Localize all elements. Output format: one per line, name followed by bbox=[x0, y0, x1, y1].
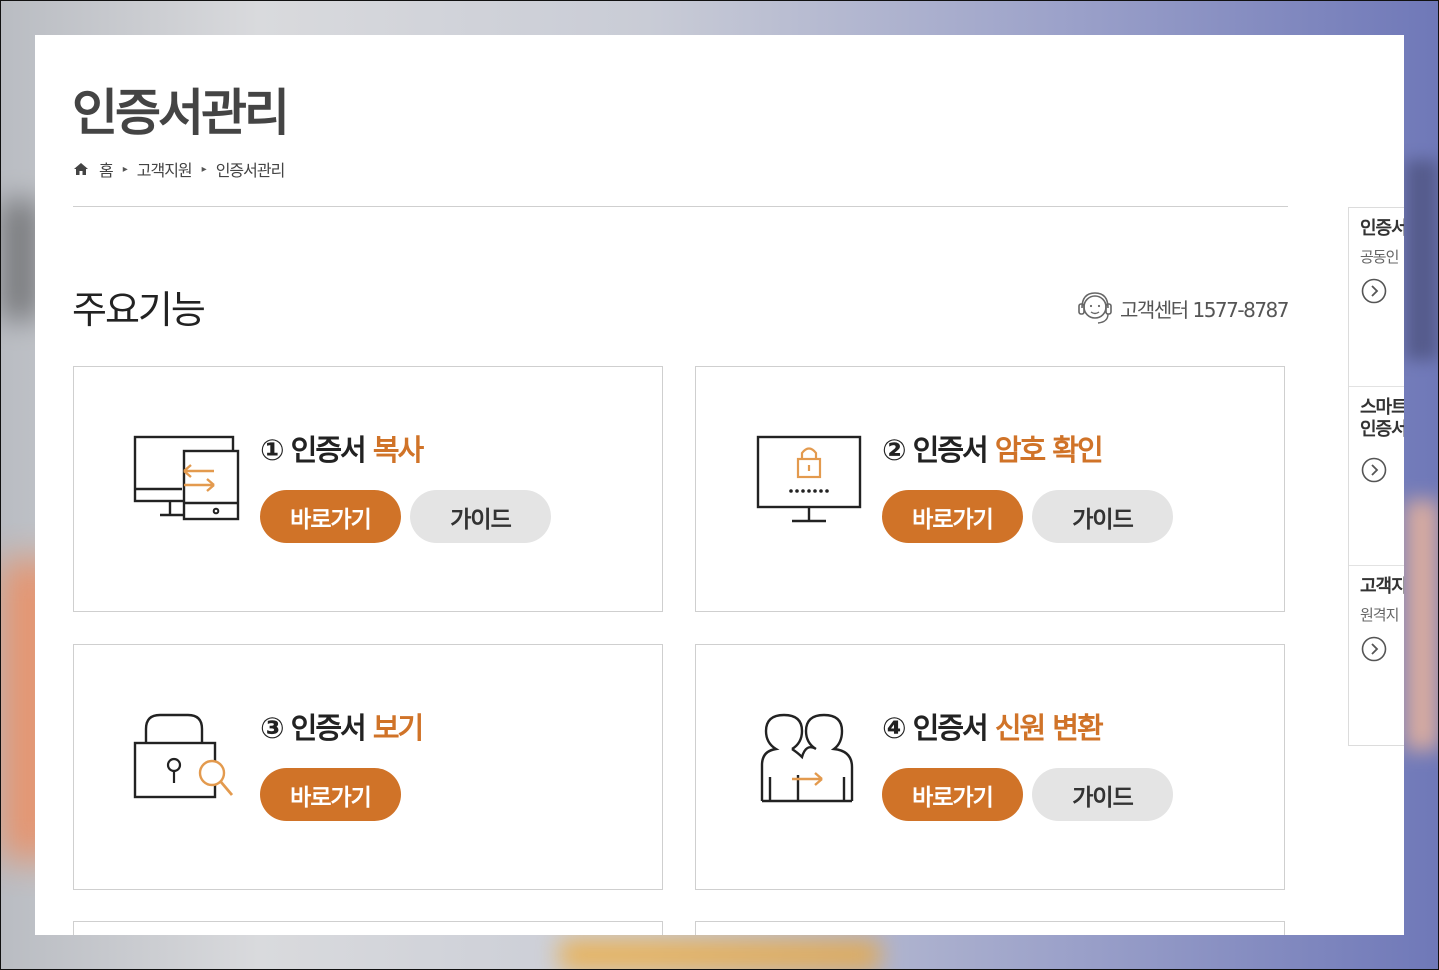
sidebar-item-title: 스마트 인증서 bbox=[1360, 397, 1404, 440]
card-title: ④ 인증서 신원 변환 bbox=[882, 711, 1104, 745]
feature-card-partial bbox=[695, 921, 1285, 935]
go-button[interactable]: 바로가기 bbox=[260, 490, 401, 543]
arrow-circle-right-icon[interactable] bbox=[1361, 457, 1387, 483]
background-blur bbox=[1405, 160, 1439, 360]
arrow-circle-right-icon[interactable] bbox=[1361, 278, 1387, 304]
breadcrumb: 홈 ▸ 고객지원 ▸ 인증서관리 bbox=[73, 157, 286, 181]
card-title: ② 인증서 암호 확인 bbox=[882, 433, 1104, 467]
customer-center[interactable]: 고객센터 1577-8787 bbox=[1074, 287, 1289, 329]
feature-card-password-check: ② 인증서 암호 확인 바로가기 가이드 bbox=[695, 366, 1285, 612]
sidebar-item-subtitle: 공동인 bbox=[1360, 248, 1399, 266]
page-title: 인증서관리 bbox=[72, 84, 290, 142]
chevron-right-icon: ▸ bbox=[201, 163, 207, 175]
go-button[interactable]: 바로가기 bbox=[260, 768, 401, 821]
people-transfer-icon bbox=[760, 713, 854, 803]
main-panel: 인증서관리 홈 ▸ 고객지원 ▸ 인증서관리 주요기능 고객센터 1577-87… bbox=[35, 35, 1404, 935]
breadcrumb-home[interactable]: 홈 bbox=[99, 157, 114, 181]
guide-button[interactable]: 가이드 bbox=[410, 490, 551, 543]
sidebar-item-smart-certificate[interactable]: 스마트 인증서 bbox=[1349, 387, 1404, 566]
chevron-right-icon: ▸ bbox=[122, 163, 128, 175]
sidebar-item-customer-support[interactable]: 고객지 원격지 bbox=[1349, 566, 1404, 744]
guide-button[interactable]: 가이드 bbox=[1032, 768, 1173, 821]
sidebar-item-title: 고객지 bbox=[1360, 576, 1404, 597]
go-button[interactable]: 바로가기 bbox=[882, 768, 1023, 821]
card-title: ① 인증서 복사 bbox=[260, 433, 424, 467]
section-title: 주요기능 bbox=[72, 288, 206, 332]
feature-card-identity-transfer: ④ 인증서 신원 변환 바로가기 가이드 bbox=[695, 644, 1285, 890]
feature-card-copy: ① 인증서 복사 바로가기 가이드 bbox=[73, 366, 663, 612]
feature-card-partial bbox=[73, 921, 663, 935]
home-icon bbox=[74, 163, 88, 175]
monitor-transfer-icon bbox=[133, 435, 240, 521]
headset-agent-icon bbox=[1078, 292, 1112, 324]
lock-search-icon bbox=[133, 713, 234, 799]
quick-menu-sidebar: 인증서 공동인 스마트 인증서 고객지 원격지 bbox=[1348, 207, 1404, 746]
divider bbox=[73, 206, 1288, 207]
arrow-circle-right-icon[interactable] bbox=[1361, 636, 1387, 662]
background-blur bbox=[0, 200, 40, 320]
feature-card-view: ③ 인증서 보기 바로가기 bbox=[73, 644, 663, 890]
go-button[interactable]: 바로가기 bbox=[882, 490, 1023, 543]
customer-center-label: 고객센터 1577-8787 bbox=[1120, 297, 1289, 322]
background-blur bbox=[1405, 500, 1439, 750]
breadcrumb-current: 인증서관리 bbox=[215, 161, 286, 180]
monitor-lock-password-icon bbox=[756, 435, 862, 523]
sidebar-item-title: 인증서 bbox=[1360, 218, 1404, 239]
sidebar-item-subtitle: 원격지 bbox=[1360, 606, 1399, 624]
sidebar-item-certificate[interactable]: 인증서 공동인 bbox=[1349, 208, 1404, 387]
guide-button[interactable]: 가이드 bbox=[1032, 490, 1173, 543]
breadcrumb-customer-support[interactable]: 고객지원 bbox=[137, 157, 193, 181]
background-blur bbox=[560, 940, 880, 970]
card-title: ③ 인증서 보기 bbox=[260, 711, 424, 745]
